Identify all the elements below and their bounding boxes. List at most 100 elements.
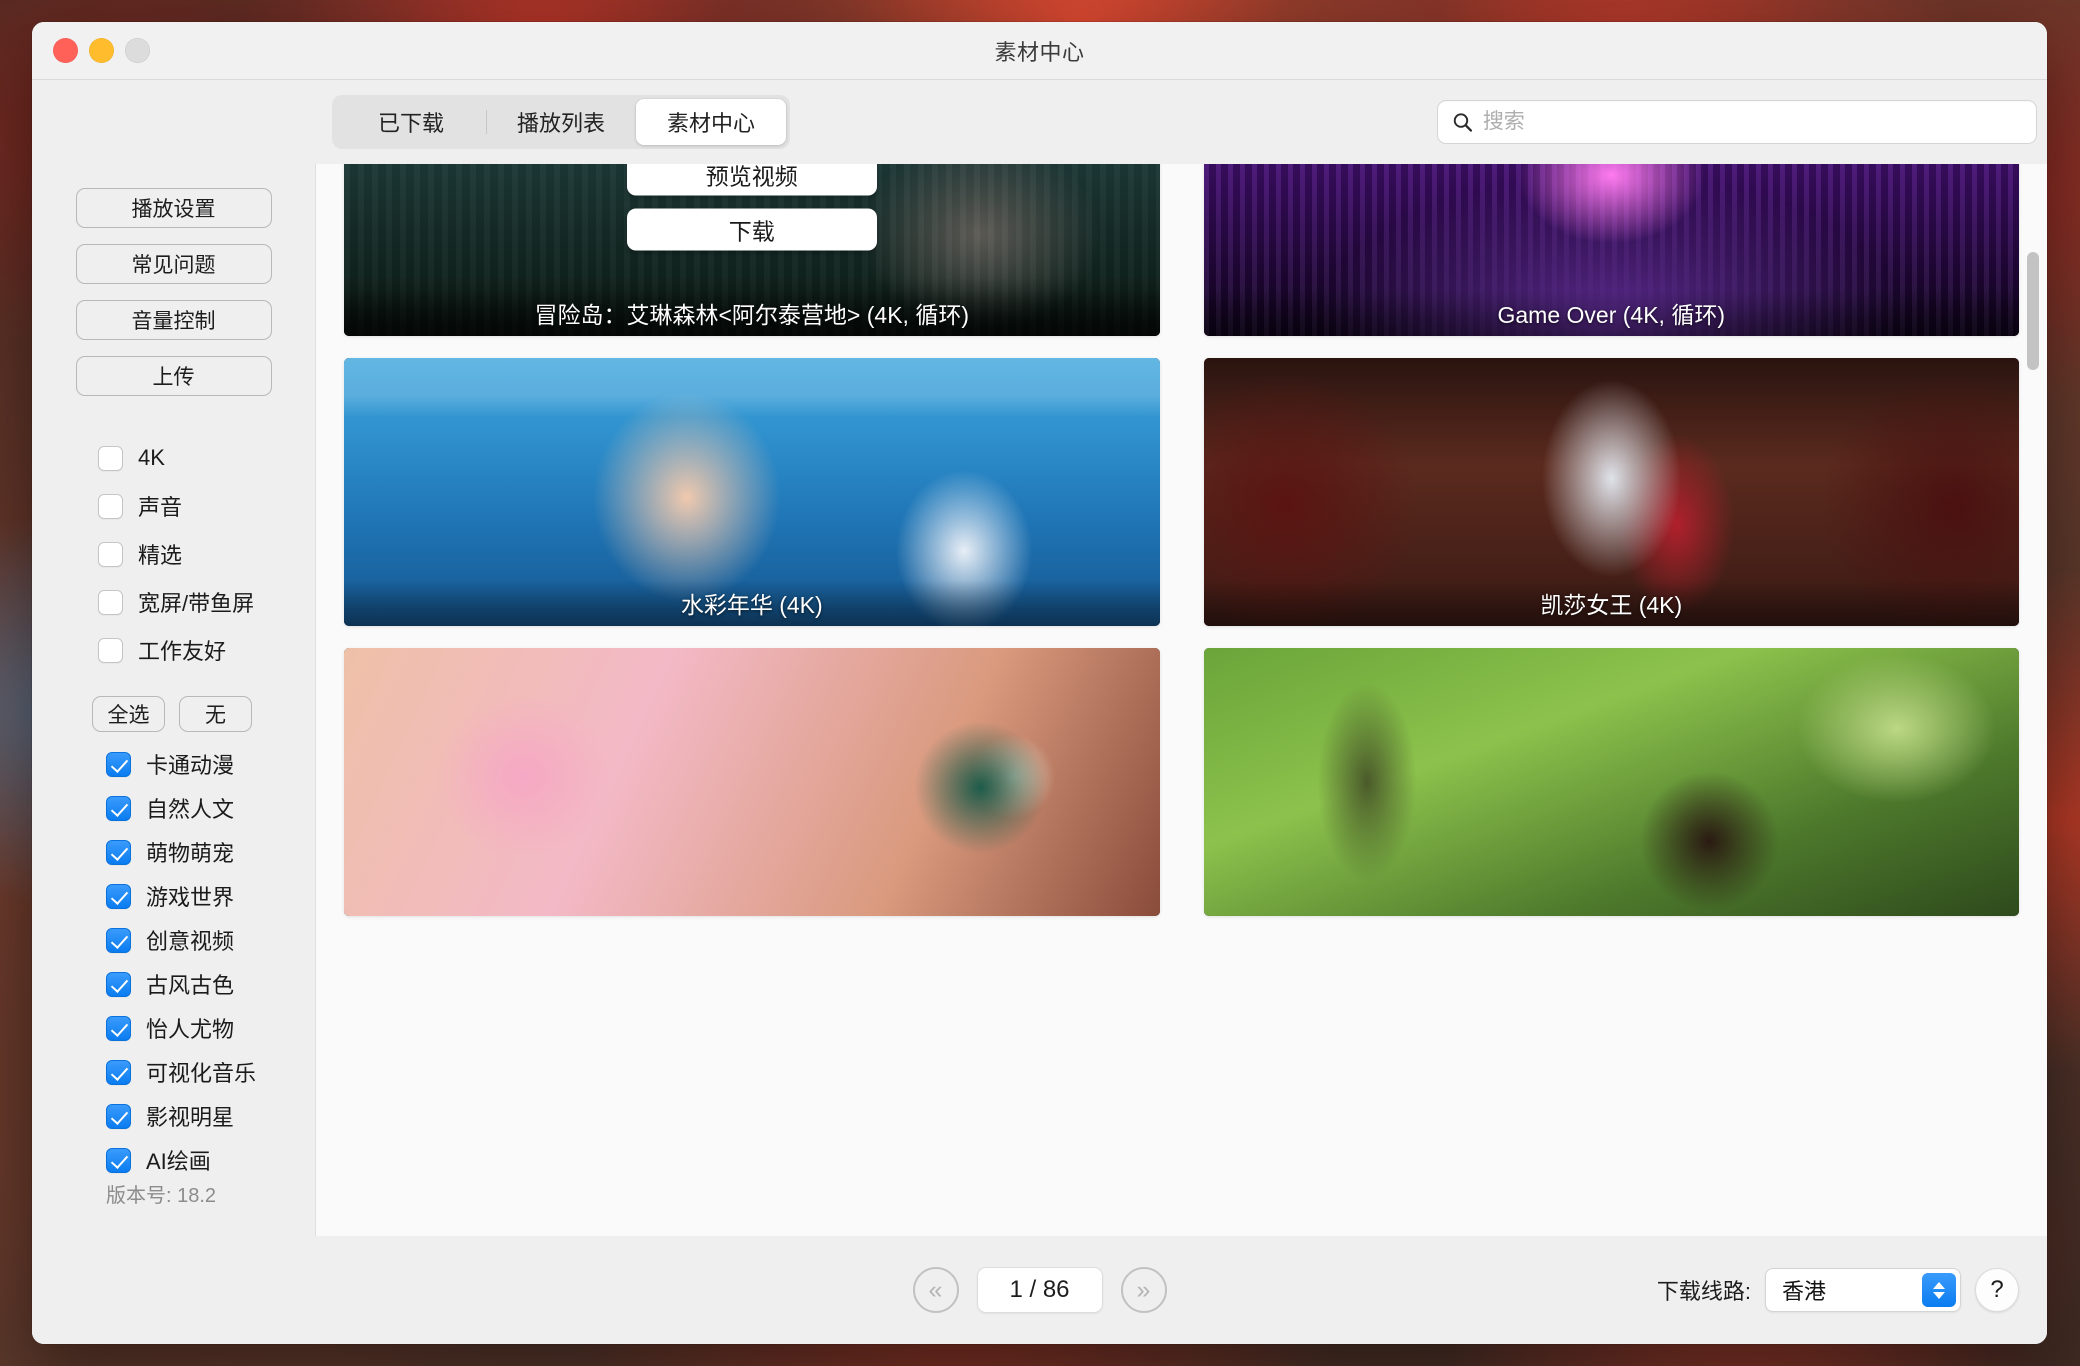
category-item-cartoon[interactable]: 卡通动漫 <box>106 742 315 786</box>
filter-item-4k[interactable]: 4K <box>98 434 315 482</box>
category-label: 可视化音乐 <box>146 1061 257 1086</box>
filter-item-widescreen[interactable]: 宽屏/带鱼屏 <box>98 578 315 626</box>
pagination-controls: « 1 / 86 » <box>912 1267 1167 1313</box>
material-grid-scroll[interactable]: 预览视频 下载 冒险岛：艾琳森林<阿尔泰营地> (4K, 循环) Game Ov… <box>316 164 2047 1236</box>
checkbox-checked-icon[interactable] <box>106 1015 131 1041</box>
material-card[interactable]: 水彩年华 (4K) <box>344 358 1160 626</box>
card-title: 水彩年华 (4K) <box>344 580 1160 626</box>
preview-video-button[interactable]: 预览视频 <box>626 164 877 196</box>
checkbox-checked-icon[interactable] <box>106 751 131 777</box>
card-hover-actions: 预览视频 下载 <box>626 164 877 251</box>
filter-item-sound[interactable]: 声音 <box>98 482 315 530</box>
next-page-button[interactable]: » <box>1120 1267 1167 1313</box>
category-item-cute-pets[interactable]: 萌物萌宠 <box>106 830 315 874</box>
checkbox-checked-icon[interactable] <box>106 1103 131 1129</box>
checkbox-icon[interactable] <box>98 589 123 615</box>
category-item-game-world[interactable]: 游戏世界 <box>106 874 315 918</box>
checkbox-checked-icon[interactable] <box>106 1059 131 1085</box>
vertical-scrollbar[interactable] <box>2027 172 2039 1228</box>
category-label: 怡人尤物 <box>146 1017 235 1042</box>
material-card[interactable]: Game Over (4K, 循环) <box>1203 164 2019 336</box>
zoom-button-icon[interactable] <box>125 38 150 63</box>
category-label: AI绘画 <box>146 1149 211 1174</box>
category-item-music-visualization[interactable]: 可视化音乐 <box>106 1050 315 1094</box>
window-title: 素材中心 <box>994 39 1085 65</box>
category-checkbox-group: 卡通动漫 自然人文 萌物萌宠 游戏世界 创意视频 古风古色 怡人尤物 可视化音乐… <box>32 742 315 1182</box>
material-card[interactable]: 凯莎女王 (4K) <box>1203 358 2019 626</box>
sidebar-button-upload[interactable]: 上传 <box>75 356 272 396</box>
help-button[interactable]: ? <box>1975 1268 2019 1312</box>
filter-checkbox-group: 4K 声音 精选 宽屏/带鱼屏 工作友好 <box>32 434 315 674</box>
content-area: 预览视频 下载 冒险岛：艾琳森林<阿尔泰营地> (4K, 循环) Game Ov… <box>315 164 2047 1236</box>
traffic-light-group <box>53 38 150 63</box>
tab-downloaded[interactable]: 已下载 <box>336 99 486 145</box>
material-card[interactable] <box>344 648 1160 916</box>
checkbox-icon[interactable] <box>98 637 123 663</box>
category-label: 萌物萌宠 <box>146 841 235 866</box>
app-window: 素材中心 已下载 播放列表 素材中心 播放设置 常见问题 音量控制 上传 <box>32 22 2047 1344</box>
download-route-select[interactable]: 香港 <box>1765 1268 1961 1312</box>
checkbox-checked-icon[interactable] <box>106 1147 131 1173</box>
filter-label: 精选 <box>138 543 183 568</box>
category-item-nature[interactable]: 自然人文 <box>106 786 315 830</box>
category-item-ancient-style[interactable]: 古风古色 <box>106 962 315 1006</box>
filter-label: 4K <box>138 445 165 470</box>
search-field[interactable] <box>1437 100 2037 144</box>
category-item-ai-art[interactable]: AI绘画 <box>106 1138 315 1182</box>
download-route-label: 下载线路: <box>1656 1279 1751 1304</box>
card-thumbnail <box>1203 648 2019 916</box>
material-grid: 预览视频 下载 冒险岛：艾琳森林<阿尔泰营地> (4K, 循环) Game Ov… <box>344 164 2019 916</box>
chevron-up-icon <box>1933 1281 1945 1289</box>
sidebar-button-faq[interactable]: 常见问题 <box>75 244 272 284</box>
window-body: 播放设置 常见问题 音量控制 上传 4K 声音 精选 宽屏/带鱼屏 工作友好 全… <box>32 164 2047 1236</box>
view-segmented-control[interactable]: 已下载 播放列表 素材中心 <box>332 95 790 149</box>
filter-item-work-friendly[interactable]: 工作友好 <box>98 626 315 674</box>
checkbox-checked-icon[interactable] <box>106 883 131 909</box>
checkbox-icon[interactable] <box>98 445 123 471</box>
sidebar-button-volume-control[interactable]: 音量控制 <box>75 300 272 340</box>
category-item-movie-stars[interactable]: 影视明星 <box>106 1094 315 1138</box>
checkbox-checked-icon[interactable] <box>106 795 131 821</box>
checkbox-checked-icon[interactable] <box>106 971 131 997</box>
download-route-group: 下载线路: 香港 ? <box>1657 1268 2019 1312</box>
checkbox-checked-icon[interactable] <box>106 839 131 865</box>
category-item-creative-video[interactable]: 创意视频 <box>106 918 315 962</box>
select-none-button[interactable]: 无 <box>179 696 252 732</box>
sidebar-button-playback-settings[interactable]: 播放设置 <box>75 188 272 228</box>
material-card[interactable]: 预览视频 下载 冒险岛：艾琳森林<阿尔泰营地> (4K, 循环) <box>344 164 1160 336</box>
category-label: 古风古色 <box>146 973 235 998</box>
scrollbar-thumb[interactable] <box>2027 252 2039 370</box>
checkbox-icon[interactable] <box>98 541 123 567</box>
material-card[interactable] <box>1203 648 2019 916</box>
chevron-down-icon <box>1933 1291 1945 1299</box>
selection-button-group: 全选 无 <box>92 696 315 732</box>
close-button-icon[interactable] <box>53 38 78 63</box>
category-item-beauties[interactable]: 怡人尤物 <box>106 1006 315 1050</box>
chevron-updown-icon[interactable] <box>1922 1273 1956 1307</box>
tab-playlist[interactable]: 播放列表 <box>486 99 636 145</box>
window-titlebar: 素材中心 <box>32 22 2047 80</box>
bottom-bar: « 1 / 86 » 下载线路: 香港 ? <box>32 1236 2047 1344</box>
category-label: 影视明星 <box>146 1105 235 1130</box>
minimize-button-icon[interactable] <box>89 38 114 63</box>
tab-material-center[interactable]: 素材中心 <box>636 99 786 145</box>
page-indicator[interactable]: 1 / 86 <box>976 1267 1103 1313</box>
toolbar: 已下载 播放列表 素材中心 <box>32 80 2047 164</box>
checkbox-icon[interactable] <box>98 493 123 519</box>
card-title: Game Over (4K, 循环) <box>1203 290 2019 336</box>
select-all-button[interactable]: 全选 <box>92 696 165 732</box>
card-title: 凯莎女王 (4K) <box>1203 580 2019 626</box>
filter-label: 工作友好 <box>138 639 227 664</box>
category-label: 游戏世界 <box>146 885 235 910</box>
filter-label: 宽屏/带鱼屏 <box>138 591 255 616</box>
previous-page-button[interactable]: « <box>912 1267 959 1313</box>
filter-label: 声音 <box>138 495 183 520</box>
category-label: 创意视频 <box>146 929 235 954</box>
search-input[interactable] <box>1482 110 2022 134</box>
filter-item-featured[interactable]: 精选 <box>98 530 315 578</box>
checkbox-checked-icon[interactable] <box>106 927 131 953</box>
download-button[interactable]: 下载 <box>626 208 877 251</box>
category-label: 卡通动漫 <box>146 753 235 778</box>
card-title: 冒险岛：艾琳森林<阿尔泰营地> (4K, 循环) <box>344 290 1160 336</box>
search-icon <box>1453 113 1473 132</box>
